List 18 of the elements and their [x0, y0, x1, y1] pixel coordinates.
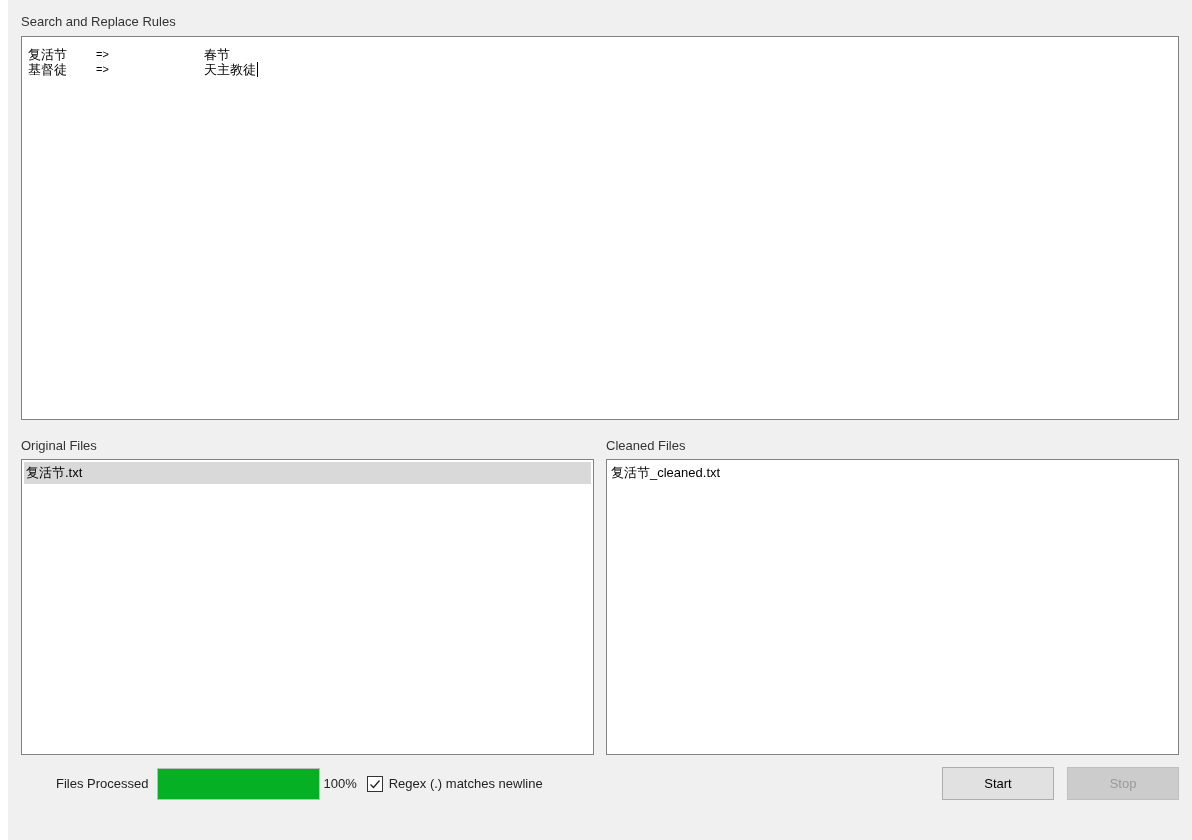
replace-term: 春节 [204, 46, 230, 62]
list-label: Cleaned Files [606, 436, 686, 455]
arrow-text: => [96, 46, 110, 62]
checkbox-label: Regex (.) matches newline [388, 774, 543, 793]
progress-label: Files Processed [56, 774, 149, 793]
search-term: 复活节 [28, 46, 68, 62]
arrow-text: => [96, 61, 110, 77]
check-icon [368, 777, 381, 790]
text-cursor-icon [257, 61, 258, 77]
search-term: 基督徒 [28, 61, 68, 77]
progress-reading: 100% [323, 774, 357, 793]
rules-text-area[interactable]: 复活节 => 春节 基督徒 => 天主教徒 [21, 35, 1179, 420]
file-list-item[interactable]: 复活节.txt [24, 462, 591, 484]
regex-checkbox[interactable] [366, 775, 383, 792]
list-label: Original Files [21, 436, 97, 455]
action-button[interactable]: Start [942, 767, 1054, 800]
replace-term: 天主教徒 [204, 61, 256, 77]
section-label: Search and Replace Rules [21, 13, 176, 31]
